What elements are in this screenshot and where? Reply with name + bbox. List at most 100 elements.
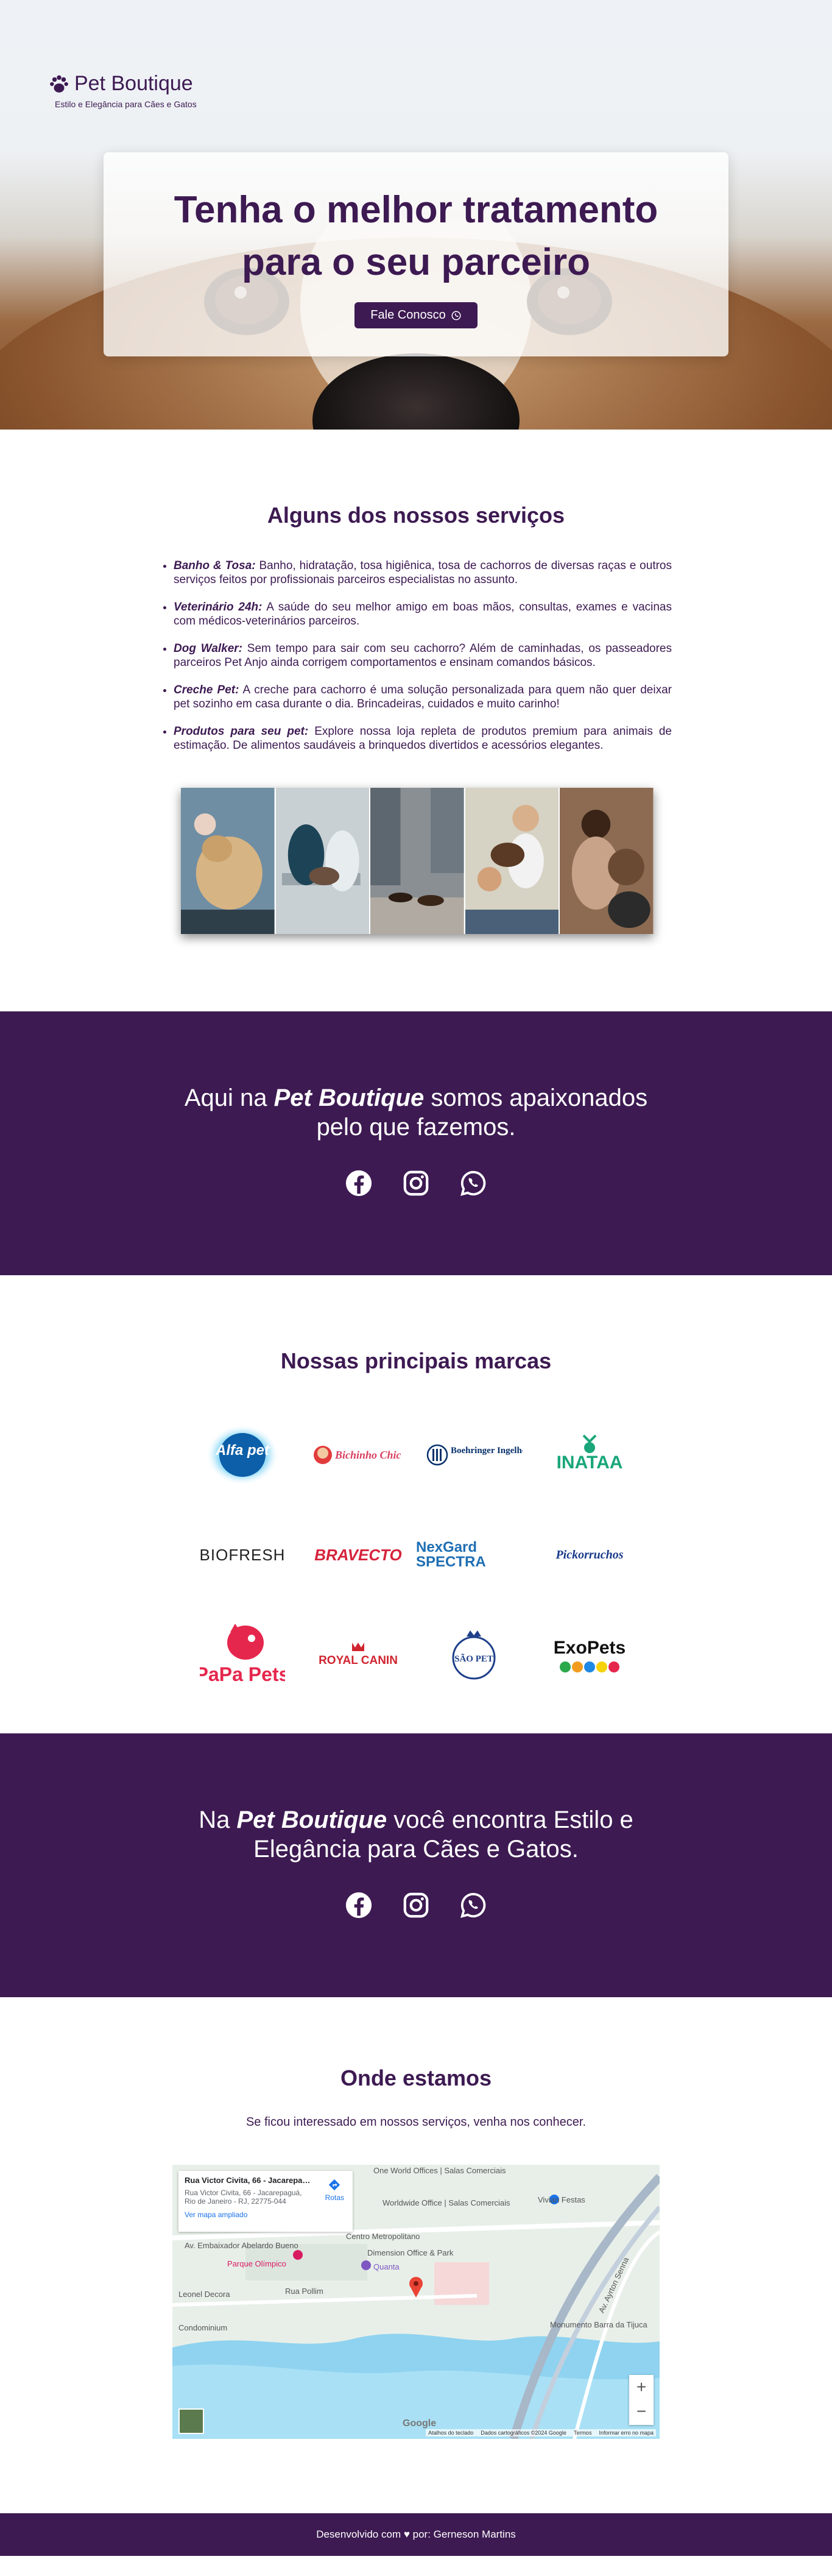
brands-section: Nossas principais marcas Alfa pet Bichin…	[0, 1275, 832, 1733]
location-subtitle: Se ficou interessado em nossos serviços,…	[245, 2115, 587, 2129]
brand-logo-biofresh: BIOFRESH	[185, 1515, 300, 1594]
brand-logo-nexgard: NexGard SPECTRA	[416, 1515, 532, 1594]
map-label-dimension: Dimension Office & Park	[367, 2248, 454, 2257]
footer-text-pre: Desenvolvido com	[316, 2528, 404, 2540]
brand-logo-sao-pet: SÃO PET	[416, 1615, 532, 1694]
service-text: Sem tempo para sair com seu cachorro? Al…	[174, 642, 672, 669]
brand-logo-papapets: PaPa Pets	[185, 1615, 300, 1694]
map-footer: Atalhos do teclado Dados cartográficos ©…	[426, 2429, 656, 2436]
brand-exopets-text: ExoPets	[554, 1638, 626, 1658]
map-label-worldwide: Worldwide Office | Salas Comerciais	[383, 2198, 510, 2207]
map-label-oneworld: One World Offices | Salas Comerciais	[373, 2166, 506, 2175]
gallery-photo-products	[560, 788, 654, 934]
list-item: Veterinário 24h: A saúde do seu melhor a…	[174, 600, 672, 628]
service-text: A creche para cachorro é uma solução per…	[174, 684, 672, 710]
service-name: Produtos para seu pet:	[174, 725, 309, 738]
style-banner: Na Pet Boutique você encontra Estilo e E…	[0, 1733, 832, 1997]
brand-logo-inataa: INATAA	[532, 1415, 647, 1495]
brand-papapets-text: PaPa Pets	[200, 1663, 285, 1685]
whatsapp-icon[interactable]	[459, 1891, 487, 1919]
brand-logo-exopets: ExoPets	[532, 1615, 647, 1694]
map-place-title: Rua Victor Civita, 66 - Jacarepaguá	[185, 2176, 312, 2185]
map-place-address: Rua Victor Civita, 66 - Jacarepaguá, Rio…	[185, 2189, 302, 2206]
map-report-link[interactable]: Informar erro no mapa	[599, 2430, 654, 2436]
banner-text-post: somos apaixonados	[424, 1085, 648, 1111]
brand-biofresh-text: BIOFRESH	[199, 1545, 286, 1564]
map-terms-link[interactable]: Termos	[574, 2430, 592, 2436]
gallery-photo-walker	[370, 788, 465, 934]
social-links	[0, 1891, 832, 1919]
brand-grid: Alfa pet Bichinho Chic Boehringer Ingelh…	[185, 1415, 647, 1694]
social-links	[0, 1169, 832, 1197]
brand-logo-pickorruchos: Pickorruchos	[532, 1515, 647, 1594]
brand-title: Pet Boutique	[74, 72, 193, 95]
map-label-pollim: Rua Pollim	[285, 2287, 323, 2296]
map-label-centro: Centro Metropolitano	[346, 2232, 420, 2241]
map-satellite-toggle[interactable]	[178, 2408, 204, 2434]
services-title: Alguns dos nossos serviços	[267, 503, 565, 528]
list-item: Banho & Tosa: Banho, hidratação, tosa hi…	[174, 559, 672, 587]
map-label-abelardo: Av. Embaixador Abelardo Bueno	[185, 2241, 298, 2250]
service-name: Veterinário 24h:	[174, 601, 263, 614]
services-list: Banho & Tosa: Banho, hidratação, tosa hi…	[160, 559, 672, 752]
brands-title: Nossas principais marcas	[280, 1348, 552, 1373]
facebook-icon[interactable]	[345, 1891, 373, 1919]
map-label-monumento: Monumento Barra da Tijuca	[550, 2320, 647, 2329]
banner-brand: Pet Boutique	[236, 1806, 387, 1833]
map-label-condominium: Condominium	[178, 2323, 228, 2332]
hero-section: Pet Boutique Estilo e Elegância para Cãe…	[0, 0, 832, 430]
contact-button[interactable]: Fale Conosco	[354, 302, 478, 328]
banner-text-pre: Na	[199, 1806, 237, 1833]
google-logo: Google	[403, 2418, 437, 2429]
service-name: Creche Pet:	[174, 684, 239, 696]
instagram-icon[interactable]	[402, 1169, 430, 1197]
routes-label: Rotas	[325, 2193, 344, 2202]
service-name: Dog Walker:	[174, 642, 243, 655]
brand-royal-text: ROYAL CANIN	[319, 1654, 398, 1667]
brand-nexgard-text: NexGard SPECTRA	[416, 1539, 486, 1570]
gallery-photo-daycare	[465, 788, 560, 934]
banner-text-line2: pelo que fazemos.	[316, 1114, 516, 1141]
map-routes-button[interactable]: Rotas	[325, 2178, 344, 2202]
brand-bravecto-text: BRAVECTO	[314, 1545, 402, 1564]
map-label-olimpico: Parque Olímpico	[227, 2259, 286, 2268]
brand-boehringer-text: Boehringer Ingelheim	[451, 1446, 523, 1456]
brand-subtitle: Estilo e Elegância para Cães e Gatos	[55, 99, 197, 109]
passion-banner: Aqui na Pet Boutique somos apaixonados p…	[0, 1011, 832, 1275]
brand-pickorruchos-text: Pickorruchos	[555, 1548, 624, 1562]
passion-text: Aqui na Pet Boutique somos apaixonados p…	[0, 1083, 832, 1142]
brand-alfapet-text: Alfa pet	[215, 1442, 270, 1459]
whatsapp-icon[interactable]	[459, 1169, 487, 1197]
map-keyboard-shortcuts[interactable]: Atalhos do teclado	[428, 2430, 473, 2436]
page-footer: Desenvolvido com ♥ por: Gerneson Martins	[0, 2513, 832, 2556]
list-item: Produtos para seu pet: Explore nossa loj…	[174, 724, 672, 752]
embedded-map[interactable]: Vivian Festas Centro Metropolitano World…	[172, 2165, 660, 2439]
contact-button-label: Fale Conosco	[370, 308, 446, 322]
services-gallery	[181, 788, 654, 934]
zoom-out-button[interactable]: −	[629, 2399, 654, 2424]
heart-icon: ♥	[403, 2528, 410, 2540]
hero-title-line1: Tenha o melhor tratamento	[174, 189, 658, 231]
hero-title-line2: para o seu parceiro	[241, 241, 591, 283]
whatsapp-icon	[451, 311, 461, 320]
banner-text-post: você encontra Estilo e	[387, 1806, 633, 1833]
brand-logo-boehringer: Boehringer Ingelheim	[416, 1415, 532, 1495]
zoom-in-button[interactable]: +	[629, 2375, 654, 2399]
instagram-icon[interactable]	[402, 1891, 430, 1919]
banner-text-pre: Aqui na	[184, 1085, 274, 1111]
facebook-icon[interactable]	[345, 1169, 373, 1197]
map-label-quanta: Quanta	[373, 2262, 400, 2271]
paw-icon	[50, 75, 68, 93]
service-name: Banho & Tosa:	[174, 559, 256, 572]
map-enlarge-link[interactable]: Ver mapa ampliado	[185, 2210, 347, 2219]
brand-logo-bravecto: BRAVECTO	[300, 1515, 416, 1594]
brand-logo-alfapet: Alfa pet	[185, 1415, 300, 1495]
brand-logo-bichinho-chic: Bichinho Chic	[300, 1415, 416, 1495]
brand-inataa-text: INATAA	[557, 1453, 623, 1473]
brand-logo[interactable]: Pet Boutique Estilo e Elegância para Cãe…	[49, 72, 197, 109]
gallery-photo-bath	[181, 788, 276, 934]
banner-brand: Pet Boutique	[273, 1085, 425, 1111]
gallery-photo-vet	[275, 788, 371, 934]
brand-bichinho-text: Bichinho Chic	[334, 1449, 401, 1461]
directions-icon	[329, 2179, 340, 2191]
